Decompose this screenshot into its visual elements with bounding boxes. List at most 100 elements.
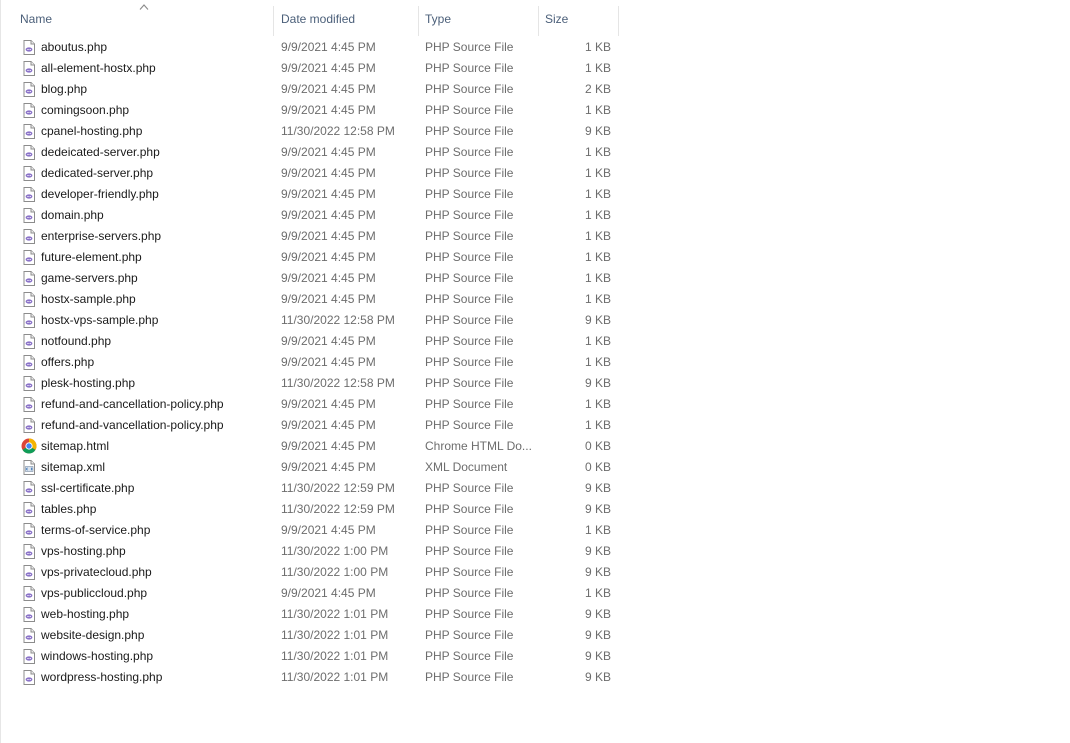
file-size: 9 KB bbox=[584, 649, 611, 663]
file-row[interactable]: dedicated-server.php 9/9/2021 4:45 PM PH… bbox=[0, 163, 620, 184]
file-row[interactable]: sitemap.html 9/9/2021 4:45 PM Chrome HTM… bbox=[0, 436, 620, 457]
file-date-modified: 9/9/2021 4:45 PM bbox=[281, 418, 376, 432]
php-file-icon bbox=[21, 39, 37, 56]
file-row[interactable]: domain.php 9/9/2021 4:45 PM PHP Source F… bbox=[0, 205, 620, 226]
file-row[interactable]: plesk-hosting.php 11/30/2022 12:58 PM PH… bbox=[0, 373, 620, 394]
file-type: PHP Source File bbox=[425, 607, 514, 621]
file-date-modified: 11/30/2022 1:00 PM bbox=[281, 544, 389, 558]
file-row[interactable]: tables.php 11/30/2022 12:59 PM PHP Sourc… bbox=[0, 499, 620, 520]
php-file-icon bbox=[21, 480, 37, 497]
file-date-modified: 11/30/2022 12:59 PM bbox=[281, 481, 395, 495]
file-date-modified: 11/30/2022 1:01 PM bbox=[281, 670, 389, 684]
file-type: PHP Source File bbox=[425, 502, 514, 516]
file-row[interactable]: website-design.php 11/30/2022 1:01 PM PH… bbox=[0, 625, 620, 646]
file-size: 9 KB bbox=[584, 376, 611, 390]
php-file-icon bbox=[21, 165, 37, 182]
file-type: PHP Source File bbox=[425, 250, 514, 264]
php-file-icon bbox=[21, 648, 37, 665]
php-file-icon bbox=[21, 564, 37, 581]
file-size: 9 KB bbox=[584, 313, 611, 327]
file-size: 1 KB bbox=[584, 355, 611, 369]
chrome-icon bbox=[21, 438, 37, 455]
file-name: cpanel-hosting.php bbox=[41, 124, 143, 138]
file-row[interactable]: dedeicated-server.php 9/9/2021 4:45 PM P… bbox=[0, 142, 620, 163]
column-header-name[interactable]: Name bbox=[14, 6, 274, 36]
file-date-modified: 11/30/2022 1:01 PM bbox=[281, 628, 389, 642]
file-date-modified: 9/9/2021 4:45 PM bbox=[281, 292, 376, 306]
file-row[interactable]: refund-and-vancellation-policy.php 9/9/2… bbox=[0, 415, 620, 436]
file-date-modified: 9/9/2021 4:45 PM bbox=[281, 397, 376, 411]
file-type: PHP Source File bbox=[425, 82, 514, 96]
php-file-icon bbox=[21, 144, 37, 161]
file-type: PHP Source File bbox=[425, 271, 514, 285]
file-name: notfound.php bbox=[41, 334, 112, 348]
file-name: plesk-hosting.php bbox=[41, 376, 136, 390]
file-list: aboutus.php 9/9/2021 4:45 PM PHP Source … bbox=[0, 37, 620, 688]
php-file-icon bbox=[21, 543, 37, 560]
file-row[interactable]: sitemap.xml 9/9/2021 4:45 PM XML Documen… bbox=[0, 457, 620, 478]
file-name: website-design.php bbox=[41, 628, 145, 642]
file-row[interactable]: enterprise-servers.php 9/9/2021 4:45 PM … bbox=[0, 226, 620, 247]
file-row[interactable]: windows-hosting.php 11/30/2022 1:01 PM P… bbox=[0, 646, 620, 667]
file-row[interactable]: notfound.php 9/9/2021 4:45 PM PHP Source… bbox=[0, 331, 620, 352]
file-name: hostx-sample.php bbox=[41, 292, 136, 306]
file-date-modified: 11/30/2022 1:01 PM bbox=[281, 607, 389, 621]
file-type: PHP Source File bbox=[425, 586, 514, 600]
file-name: future-element.php bbox=[41, 250, 142, 264]
php-file-icon bbox=[21, 501, 37, 518]
php-file-icon bbox=[21, 228, 37, 245]
file-size: 9 KB bbox=[584, 565, 611, 579]
file-name: domain.php bbox=[41, 208, 104, 222]
file-row[interactable]: ssl-certificate.php 11/30/2022 12:59 PM … bbox=[0, 478, 620, 499]
file-date-modified: 9/9/2021 4:45 PM bbox=[281, 208, 376, 222]
file-row[interactable]: all-element-hostx.php 9/9/2021 4:45 PM P… bbox=[0, 58, 620, 79]
php-file-icon bbox=[21, 606, 37, 623]
php-file-icon bbox=[21, 333, 37, 350]
file-row[interactable]: game-servers.php 9/9/2021 4:45 PM PHP So… bbox=[0, 268, 620, 289]
column-header-date-modified[interactable]: Date modified bbox=[275, 6, 419, 36]
file-row[interactable]: developer-friendly.php 9/9/2021 4:45 PM … bbox=[0, 184, 620, 205]
file-row[interactable]: hostx-sample.php 9/9/2021 4:45 PM PHP So… bbox=[0, 289, 620, 310]
file-row[interactable]: vps-hosting.php 11/30/2022 1:00 PM PHP S… bbox=[0, 541, 620, 562]
file-size: 1 KB bbox=[584, 292, 611, 306]
file-row[interactable]: web-hosting.php 11/30/2022 1:01 PM PHP S… bbox=[0, 604, 620, 625]
php-file-icon bbox=[21, 669, 37, 686]
file-type: PHP Source File bbox=[425, 103, 514, 117]
file-size: 0 KB bbox=[584, 439, 611, 453]
file-row[interactable]: refund-and-cancellation-policy.php 9/9/2… bbox=[0, 394, 620, 415]
file-type: PHP Source File bbox=[425, 313, 514, 327]
file-type: PHP Source File bbox=[425, 670, 514, 684]
file-row[interactable]: hostx-vps-sample.php 11/30/2022 12:58 PM… bbox=[0, 310, 620, 331]
file-row[interactable]: aboutus.php 9/9/2021 4:45 PM PHP Source … bbox=[0, 37, 620, 58]
file-row[interactable]: blog.php 9/9/2021 4:45 PM PHP Source Fil… bbox=[0, 79, 620, 100]
file-date-modified: 11/30/2022 12:59 PM bbox=[281, 502, 395, 516]
php-file-icon bbox=[21, 417, 37, 434]
column-header-size[interactable]: Size bbox=[539, 6, 619, 36]
file-row[interactable]: comingsoon.php 9/9/2021 4:45 PM PHP Sour… bbox=[0, 100, 620, 121]
file-type: PHP Source File bbox=[425, 229, 514, 243]
file-date-modified: 11/30/2022 12:58 PM bbox=[281, 313, 395, 327]
file-row[interactable]: offers.php 9/9/2021 4:45 PM PHP Source F… bbox=[0, 352, 620, 373]
file-row[interactable]: future-element.php 9/9/2021 4:45 PM PHP … bbox=[0, 247, 620, 268]
file-name: game-servers.php bbox=[41, 271, 138, 285]
file-row[interactable]: terms-of-service.php 9/9/2021 4:45 PM PH… bbox=[0, 520, 620, 541]
file-row[interactable]: cpanel-hosting.php 11/30/2022 12:58 PM P… bbox=[0, 121, 620, 142]
file-type: PHP Source File bbox=[425, 649, 514, 663]
file-size: 1 KB bbox=[584, 523, 611, 537]
file-date-modified: 9/9/2021 4:45 PM bbox=[281, 250, 376, 264]
file-date-modified: 9/9/2021 4:45 PM bbox=[281, 82, 376, 96]
file-type: PHP Source File bbox=[425, 292, 514, 306]
file-row[interactable]: vps-publiccloud.php 9/9/2021 4:45 PM PHP… bbox=[0, 583, 620, 604]
file-name: comingsoon.php bbox=[41, 103, 130, 117]
php-file-icon bbox=[21, 270, 37, 287]
file-size: 1 KB bbox=[584, 586, 611, 600]
file-date-modified: 9/9/2021 4:45 PM bbox=[281, 145, 376, 159]
file-row[interactable]: vps-privatecloud.php 11/30/2022 1:00 PM … bbox=[0, 562, 620, 583]
file-size: 1 KB bbox=[584, 145, 611, 159]
column-header-type[interactable]: Type bbox=[419, 6, 539, 36]
file-size: 1 KB bbox=[584, 229, 611, 243]
file-row[interactable]: wordpress-hosting.php 11/30/2022 1:01 PM… bbox=[0, 667, 620, 688]
file-name: aboutus.php bbox=[41, 40, 108, 54]
file-type: PHP Source File bbox=[425, 145, 514, 159]
file-name: all-element-hostx.php bbox=[41, 61, 156, 75]
